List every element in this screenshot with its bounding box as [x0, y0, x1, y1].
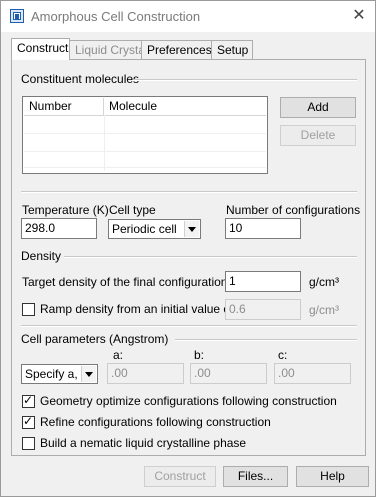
refine-configs-checkbox[interactable]	[22, 414, 35, 429]
chevron-down-icon	[184, 221, 199, 237]
grid-line	[24, 133, 266, 134]
ramp-density-unit: g/cm³	[309, 303, 339, 317]
num-configs-label: Number of configurations	[226, 203, 361, 217]
cell-params-mode-value: Specify a, b	[25, 367, 88, 381]
construct-button[interactable]: Construct	[144, 466, 216, 487]
target-density-unit: g/cm³	[309, 275, 339, 289]
cell-type-value: Periodic cell	[112, 222, 177, 236]
add-button[interactable]: Add	[280, 97, 356, 118]
section-divider	[133, 79, 357, 81]
tab-construct[interactable]: Construct	[11, 38, 70, 60]
window-title: Amorphous Cell Construction	[31, 9, 201, 24]
grid-line	[24, 151, 266, 152]
chevron-down-icon	[81, 366, 96, 382]
ramp-density-field[interactable]: 0.6	[225, 299, 301, 320]
density-heading: Density	[21, 249, 62, 263]
geometry-optimize-label: Geometry optimize configurations followi…	[40, 394, 337, 408]
dialog-window: Amorphous Cell Construction ✕ Construct …	[0, 0, 376, 497]
constituent-molecules-heading: Constituent molecules	[21, 72, 140, 86]
section-divider	[64, 256, 357, 258]
nematic-phase-label: Build a nematic liquid crystalline phase	[40, 436, 247, 450]
help-button[interactable]: Help	[296, 466, 369, 487]
molecule-list[interactable]: Number Molecule	[22, 96, 268, 174]
temperature-field[interactable]: 298.0	[21, 218, 97, 239]
section-divider	[21, 191, 357, 193]
c-label: c:	[278, 348, 288, 362]
b-label: b:	[194, 348, 205, 362]
ramp-density-label: Ramp density from an initial value of:	[40, 302, 237, 316]
geometry-optimize-checkbox[interactable]	[22, 393, 35, 408]
target-density-field[interactable]: 1	[225, 271, 301, 292]
ramp-density-checkbox[interactable]	[22, 303, 35, 316]
close-icon[interactable]: ✕	[348, 5, 370, 27]
cell-type-select[interactable]: Periodic cell	[108, 219, 201, 239]
tab-liquid-crystal[interactable]: Liquid Crystal	[69, 40, 148, 59]
grid-line	[24, 167, 266, 168]
cell-params-heading: Cell parameters (Angstrom)	[21, 332, 169, 346]
grid-line	[104, 115, 105, 171]
section-divider	[21, 325, 357, 327]
refine-configs-label: Refine configurations following construc…	[40, 415, 271, 429]
column-header-number[interactable]: Number	[24, 98, 104, 115]
app-icon	[10, 9, 24, 23]
cell-params-mode-select[interactable]: Specify a, b	[21, 364, 98, 384]
cell-type-label: Cell type	[109, 203, 156, 217]
num-configs-field[interactable]: 10	[225, 218, 301, 239]
target-density-label: Target density of the final configuratio…	[22, 275, 237, 289]
title-bar: Amorphous Cell Construction ✕	[1, 1, 375, 32]
section-divider	[175, 339, 357, 341]
a-field[interactable]: .00	[107, 363, 184, 384]
nematic-phase-checkbox[interactable]	[22, 437, 35, 450]
temperature-label: Temperature (K)	[22, 203, 109, 217]
tab-setup[interactable]: Setup	[211, 40, 253, 59]
tab-preferences[interactable]: Preferences	[141, 40, 212, 59]
column-header-molecule[interactable]: Molecule	[104, 98, 266, 115]
files-button[interactable]: Files...	[223, 466, 288, 487]
a-label: a:	[113, 348, 124, 362]
c-field[interactable]: .00	[274, 363, 351, 384]
delete-button[interactable]: Delete	[280, 125, 356, 146]
b-field[interactable]: .00	[190, 363, 267, 384]
list-header: Number Molecule	[24, 98, 266, 116]
